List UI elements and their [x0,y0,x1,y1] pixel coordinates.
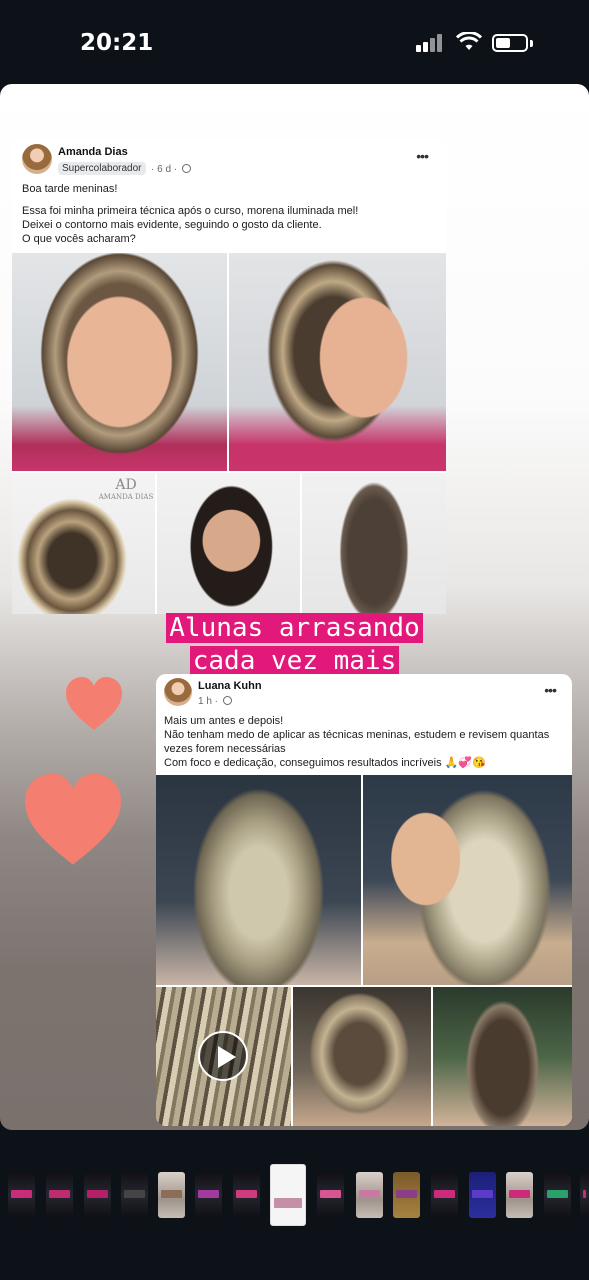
story-thumbnail-active[interactable] [270,1164,306,1226]
post-text-line: Mais um antes e depois! [164,715,284,727]
more-options-icon: ••• [544,682,557,698]
story-thumbnail[interactable] [393,1172,420,1218]
heart-sticker-large-icon [25,773,121,865]
story-thumbnail[interactable] [469,1172,496,1218]
story-thumbnail[interactable] [121,1172,148,1218]
salon-watermark-logo: AD AMANDA DIAS [98,477,154,501]
story-thumbnail[interactable] [506,1172,533,1218]
post-text-line: O que vocês acharam? [22,233,136,245]
before-photo-portrait [157,473,300,614]
hair-photo-long [433,987,572,1126]
post-body: Mais um antes e depois! Não tenham medo … [156,714,572,770]
post-time: · 6 d · [151,164,191,175]
story-thumbnail[interactable] [317,1172,344,1218]
story-thumbnail[interactable] [431,1172,458,1218]
result-photo-side [363,775,572,985]
wifi-icon [456,32,482,50]
hair-photo-back: AD AMANDA DIAS [12,473,155,614]
story-thumbnail[interactable] [195,1172,222,1218]
hair-photo-short [293,987,431,1126]
story-frame[interactable]: Amanda Dias Supercolaborador · 6 d · •••… [0,84,589,1130]
hair-closeup-video[interactable] [156,987,291,1126]
hair-photo-front [12,253,227,471]
story-thumbnail-strip [0,1150,589,1250]
story-thumbnail[interactable] [8,1172,35,1218]
post-text-line: Deixei o contorno mais evidente, seguind… [22,219,322,231]
author-name: Luana Kuhn [198,680,262,692]
globe-icon [222,696,232,705]
status-bar: 20:21 [0,0,589,84]
result-photo-back [156,775,361,985]
post-header: Amanda Dias Supercolaborador · 6 d · ••• [12,140,446,180]
post-text-line: Boa tarde meninas! [22,183,118,195]
member-badge: Supercolaborador [58,162,146,175]
story-thumbnail[interactable] [46,1172,73,1218]
story-thumbnail[interactable] [580,1172,589,1218]
cellular-signal-icon [416,32,448,52]
post-text-line: Não tenham medo de aplicar as técnicas m… [164,729,550,755]
story-thumbnail[interactable] [84,1172,111,1218]
story-thumbnail[interactable] [356,1172,383,1218]
globe-icon [181,164,191,173]
battery-icon [492,34,528,52]
status-time: 20:21 [80,30,154,56]
heart-sticker-small-icon [66,677,122,730]
before-photo-back [302,473,446,614]
author-name: Amanda Dias [58,146,128,158]
story-thumbnail[interactable] [544,1172,571,1218]
post-time: 1 h · [198,696,232,707]
post-body: Boa tarde meninas! Essa foi minha primei… [12,180,446,251]
facebook-post-screenshot-2: Luana Kuhn 1 h · ••• Mais um antes e dep… [156,674,572,1126]
story-thumbnail[interactable] [233,1172,260,1218]
post-text-line: Com foco e dedicação, conseguimos result… [164,757,486,769]
more-options-icon: ••• [416,148,429,164]
hair-photo-side [229,253,446,471]
post-text-line: Essa foi minha primeira técnica após o c… [22,205,359,217]
post-header: Luana Kuhn 1 h · ••• [156,674,572,714]
story-thumbnail[interactable] [158,1172,185,1218]
facebook-post-screenshot-1: Amanda Dias Supercolaborador · 6 d · •••… [12,140,446,614]
caption-line-1: Alunas arrasando [0,612,589,645]
play-button-icon[interactable] [198,1031,248,1081]
author-avatar [164,678,192,706]
battery-cap-icon [530,40,533,47]
author-avatar [22,144,52,174]
